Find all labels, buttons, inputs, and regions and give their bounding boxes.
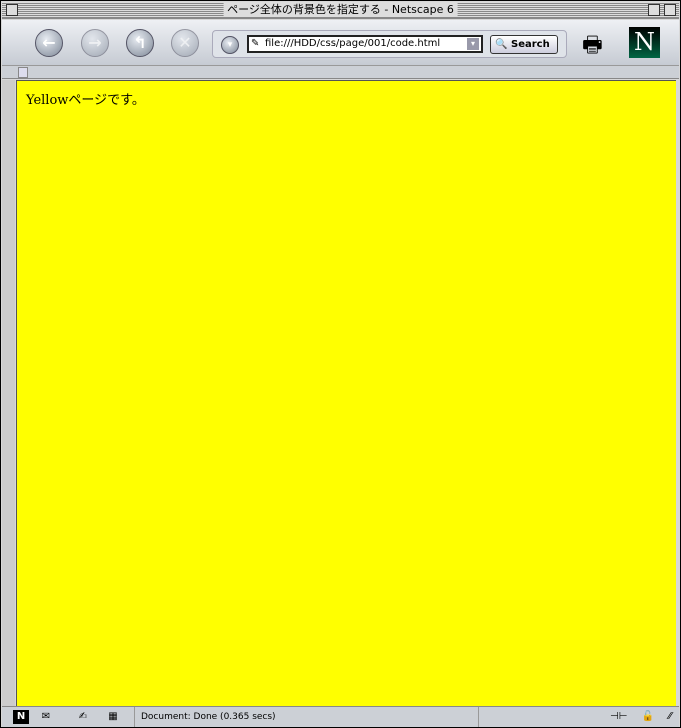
close-box[interactable] — [6, 4, 18, 16]
security-lock-icon[interactable]: 🔓 — [640, 710, 656, 724]
url-text: file:///HDD/css/page/001/code.html — [265, 38, 441, 49]
search-button[interactable]: 🔍 Search — [490, 35, 558, 54]
magnifier-icon: 🔍 — [495, 39, 508, 50]
page-icon: ✎ — [251, 38, 260, 49]
mail-icon[interactable]: ✉ — [38, 710, 54, 724]
netscape-icon[interactable]: N — [13, 710, 29, 724]
status-text: Document: Done (0.365 secs) — [134, 707, 479, 727]
tab-bar — [2, 66, 679, 79]
new-tab-button[interactable] — [18, 67, 28, 78]
stop-button[interactable]: ✕ — [171, 29, 199, 57]
sidebar-handle[interactable] — [2, 80, 15, 706]
netscape-logo[interactable]: N — [629, 27, 660, 58]
title-bar[interactable]: ページ全体の背景色を指定する - Netscape 6 — [2, 2, 679, 19]
page-content: Yellowページです。 — [16, 80, 676, 706]
browser-window: ページ全体の背景色を指定する - Netscape 6 ← → ↰ ✕ ▾ ✎ f… — [0, 0, 681, 728]
composer-icon[interactable]: ✍ — [75, 710, 91, 724]
back-button[interactable]: ← — [35, 29, 63, 57]
online-icon[interactable]: ⊣⊢ — [610, 710, 627, 724]
resize-grip-icon[interactable]: ⁄⁄ — [662, 710, 678, 724]
search-label: Search — [511, 39, 550, 50]
url-input[interactable]: ✎ file:///HDD/css/page/001/code.html ▾ — [247, 35, 483, 53]
url-bar-group: ▾ ✎ file:///HDD/css/page/001/code.html ▾ 🔍… — [212, 30, 567, 58]
status-bar: N ✉ ✍ ▦ Document: Done (0.365 secs) ⊣⊢ 🔓… — [2, 706, 679, 727]
navigation-toolbar: ← → ↰ ✕ ▾ ✎ file:///HDD/css/page/001/code… — [2, 20, 679, 66]
zoom-box[interactable] — [648, 4, 660, 16]
history-dropdown-button[interactable]: ▾ — [221, 36, 239, 54]
url-dropdown-icon[interactable]: ▾ — [467, 38, 479, 50]
address-book-icon[interactable]: ▦ — [105, 710, 121, 724]
print-icon[interactable]: 🖶 — [582, 28, 603, 66]
collapse-box[interactable] — [664, 4, 676, 16]
window-title: ページ全体の背景色を指定する - Netscape 6 — [223, 3, 458, 17]
reload-button[interactable]: ↰ — [126, 29, 154, 57]
page-text: Yellowページです。 — [26, 93, 145, 108]
forward-button[interactable]: → — [81, 29, 109, 57]
